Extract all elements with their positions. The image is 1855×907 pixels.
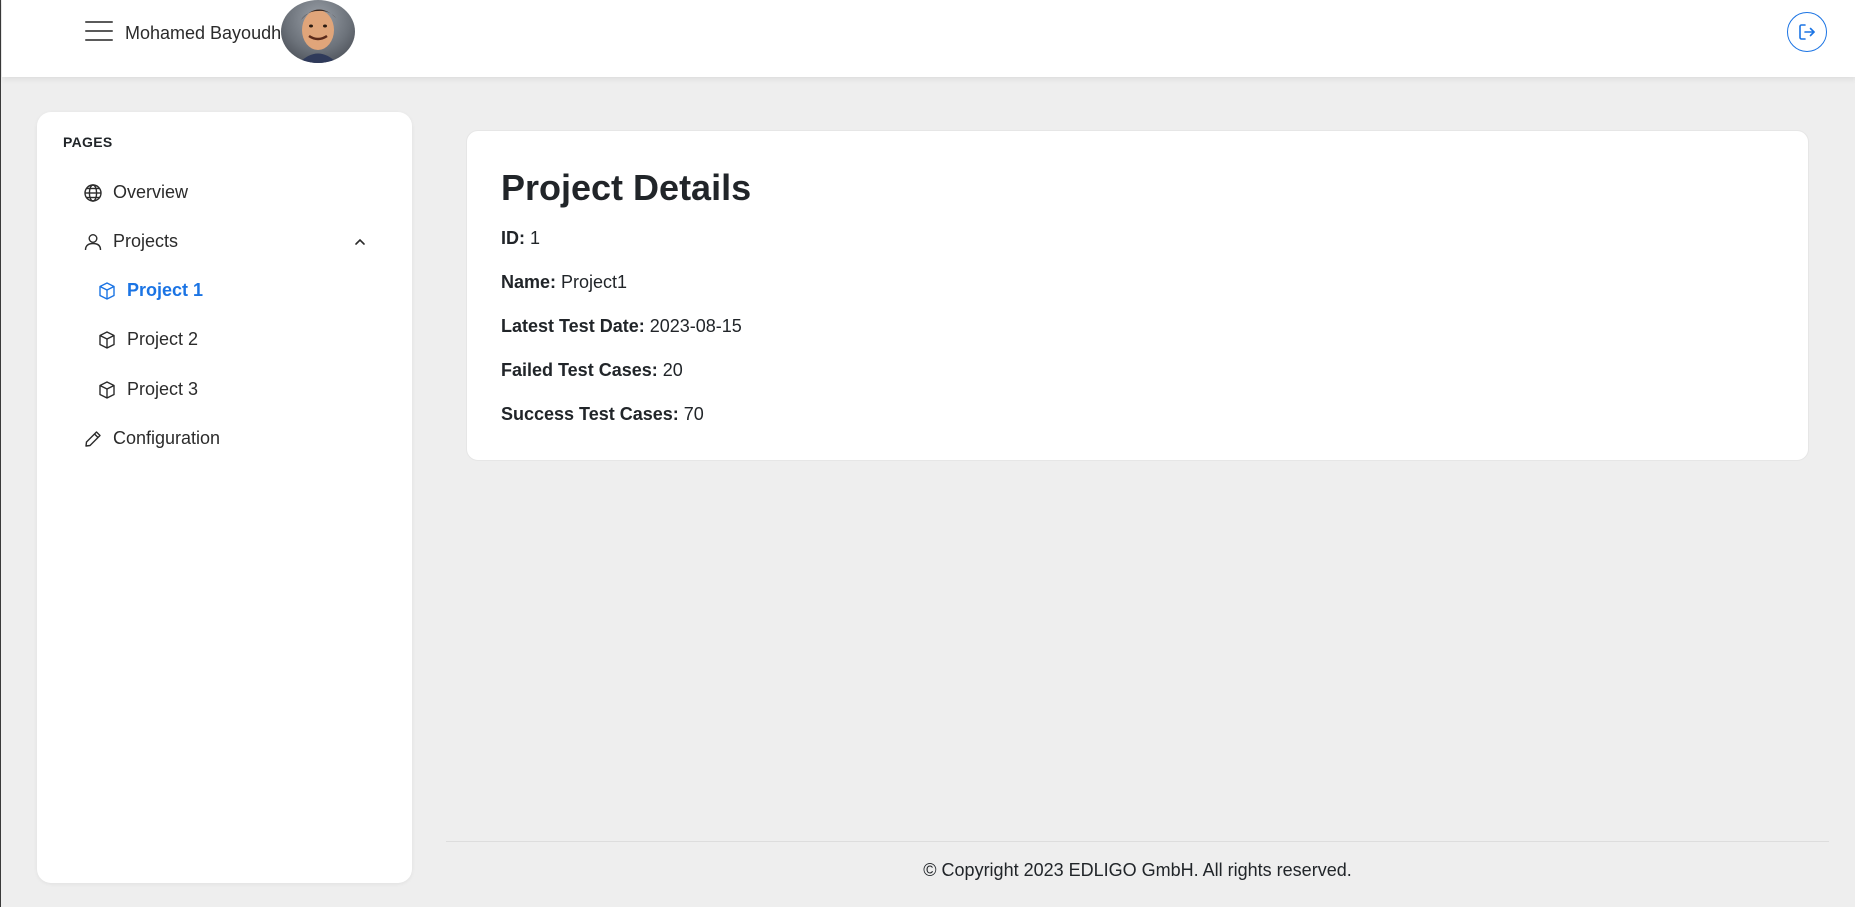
detail-label: Name:: [501, 272, 562, 292]
sidebar-item-label: Overview: [113, 182, 189, 202]
detail-value: Project1: [561, 272, 628, 292]
sidebar-item-project-1[interactable]: Project 1: [97, 280, 203, 301]
detail-value: 1: [530, 228, 541, 248]
detail-latest-test-date: Latest Test Date: 2023-08-15: [501, 316, 742, 337]
page-title: Project Details: [501, 167, 752, 208]
sidebar-item-projects[interactable]: Projects: [83, 231, 178, 252]
logout-icon: [1799, 24, 1815, 40]
detail-label: Success Test Cases:: [501, 404, 684, 424]
user-icon: [83, 232, 103, 252]
avatar[interactable]: [281, 0, 355, 63]
top-navbar: Mohamed Bayoudhi: [2, 0, 1855, 77]
sidebar-heading: PAGES: [63, 134, 113, 150]
cube-icon: [97, 380, 117, 400]
user-name: Mohamed Bayoudhi: [125, 23, 286, 43]
detail-label: Latest Test Date:: [501, 316, 650, 336]
cube-icon: [97, 330, 117, 350]
detail-name: Name: Project1: [501, 272, 627, 293]
sidebar-item-overview[interactable]: Overview: [83, 182, 188, 203]
sidebar-item-label: Projects: [113, 231, 179, 251]
footer-divider: [446, 841, 1829, 842]
logout-button[interactable]: [1787, 12, 1827, 52]
sidebar-item-project-3[interactable]: Project 3: [97, 379, 198, 400]
hamburger-menu-icon[interactable]: [85, 21, 113, 43]
sidebar-item-label: Configuration: [113, 428, 221, 448]
detail-value: 2023-08-15: [649, 316, 742, 336]
pencil-icon: [83, 429, 103, 449]
detail-failed-test-cases: Failed Test Cases: 20: [501, 360, 683, 381]
sidebar-item-label: Project 3: [127, 379, 199, 399]
footer-copyright: © Copyright 2023 EDLIGO GmbH. All rights…: [923, 860, 1352, 880]
detail-success-test-cases: Success Test Cases: 70: [501, 404, 704, 425]
sidebar-item-label: Project 2: [127, 329, 199, 349]
app-frame: Mohamed Bayoudhi PAGES Overview Projects…: [0, 0, 1855, 907]
project-details-card: Project Details ID: 1 Name: Project1 Lat…: [466, 130, 1809, 461]
detail-id: ID: 1: [501, 228, 540, 249]
globe-icon: [83, 183, 103, 203]
detail-value: 20: [662, 360, 683, 380]
sidebar-item-configuration[interactable]: Configuration: [83, 428, 220, 449]
sidebar-item-project-2[interactable]: Project 2: [97, 329, 198, 350]
detail-value: 70: [683, 404, 704, 424]
chevron-up-icon[interactable]: [352, 234, 368, 250]
detail-label: Failed Test Cases:: [501, 360, 663, 380]
sidebar: PAGES Overview Projects Project 1 Projec…: [37, 112, 412, 883]
sidebar-item-label: Project 1: [127, 280, 204, 300]
cube-icon: [97, 281, 117, 301]
detail-label: ID:: [501, 228, 530, 248]
